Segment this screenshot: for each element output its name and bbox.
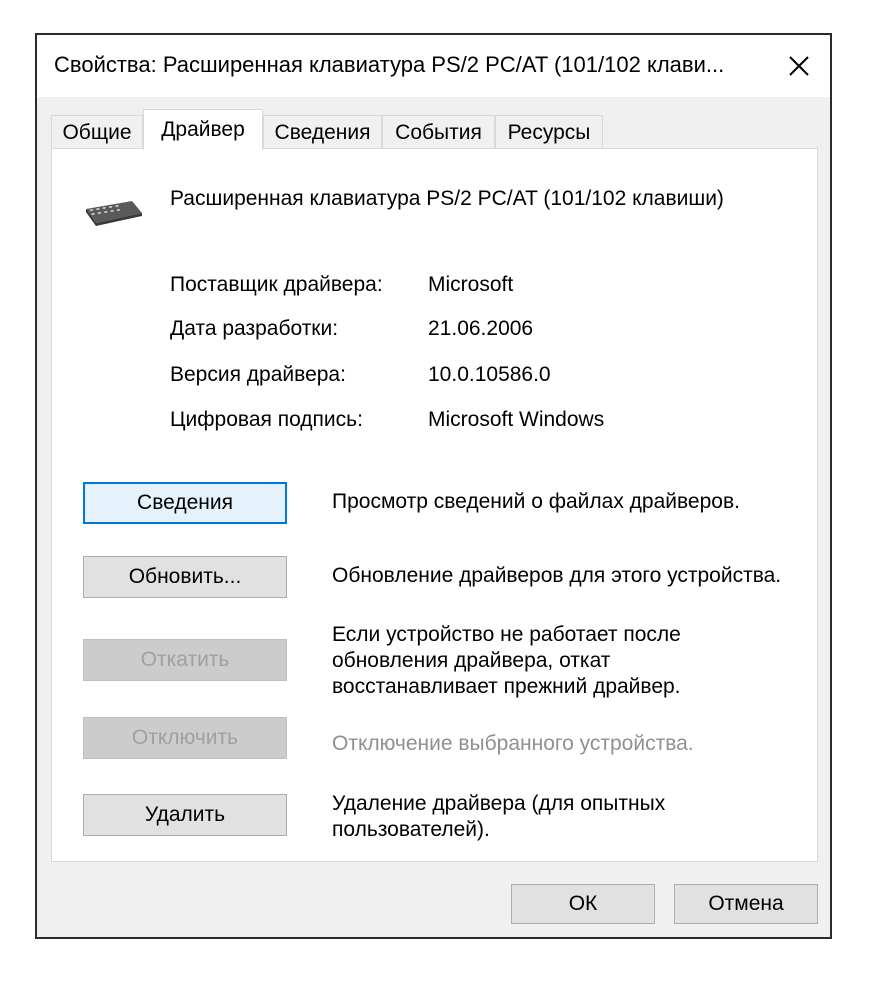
button-label: ОК (568, 892, 598, 915)
button-label: Откатить (140, 648, 230, 671)
button-label: Удалить (144, 803, 226, 826)
tab-label: Общие (62, 120, 132, 144)
digital-signer-label: Цифровая подпись: (170, 408, 363, 431)
update-driver-description: Обновление драйверов для этого устройств… (332, 564, 782, 587)
tab-label: Драйвер (161, 118, 245, 141)
uninstall-driver-button[interactable]: Удалить (83, 794, 287, 836)
ok-button[interactable]: ОК (511, 884, 655, 924)
tab-details[interactable]: Сведения (263, 115, 382, 149)
uninstall-driver-description: Удаление драйвера (для опытных пользоват… (332, 792, 666, 841)
keyboard-icon (86, 201, 142, 226)
button-label: Отключить (131, 726, 239, 749)
properties-dialog: Свойства: Расширенная клавиатура PS/2 PC… (35, 33, 832, 939)
tab-label: События (395, 120, 482, 144)
disable-device-description: Отключение выбранного устройства. (332, 732, 694, 755)
cancel-button[interactable]: Отмена (674, 884, 818, 924)
tab-events[interactable]: События (382, 115, 495, 149)
driver-details-description: Просмотр сведений о файлах драйверов. (332, 490, 740, 513)
disable-device-button[interactable]: Отключить (83, 717, 287, 759)
device-name: Расширенная клавиатура PS/2 PC/AT (101/1… (170, 187, 724, 210)
digital-signer-value: Microsoft Windows (428, 408, 605, 431)
button-label: Отмена (708, 892, 784, 915)
driver-panel: Расширенная клавиатура PS/2 PC/AT (101/1… (51, 148, 818, 862)
tab-resources[interactable]: Ресурсы (495, 115, 603, 149)
tab-strip: Общие Драйвер Сведения События Ресурсы (51, 109, 821, 150)
close-icon (789, 56, 809, 76)
driver-provider-label: Поставщик драйвера: (170, 273, 383, 296)
tab-general[interactable]: Общие (51, 115, 143, 149)
button-label: Сведения (137, 491, 233, 514)
window-title: Свойства: Расширенная клавиатура PS/2 PC… (54, 52, 725, 77)
driver-provider-value: Microsoft (428, 273, 514, 296)
tab-driver[interactable]: Драйвер (143, 109, 263, 150)
update-driver-button[interactable]: Обновить... (83, 556, 287, 598)
title-bar: Свойства: Расширенная клавиатура PS/2 PC… (37, 35, 830, 97)
driver-date-value: 21.06.2006 (428, 317, 534, 340)
tab-label: Ресурсы (507, 120, 591, 144)
driver-version-value: 10.0.10586.0 (428, 363, 551, 386)
driver-details-button[interactable]: Сведения (83, 482, 287, 524)
close-button[interactable] (768, 35, 830, 97)
button-label: Обновить... (128, 565, 242, 588)
driver-date-label: Дата разработки: (170, 317, 339, 340)
roll-back-driver-button[interactable]: Откатить (83, 639, 287, 681)
tab-label: Сведения (274, 120, 371, 144)
driver-version-label: Версия драйвера: (170, 363, 346, 386)
roll-back-driver-description: Если устройство не работает после обновл… (332, 623, 681, 698)
